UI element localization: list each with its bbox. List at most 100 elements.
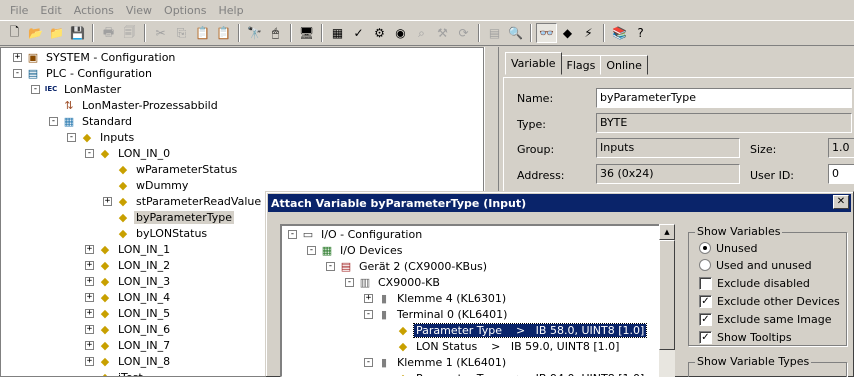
menu-options[interactable]: Options [158,4,212,17]
paste-icon[interactable]: 📋 [192,23,213,43]
tree-node[interactable]: - IEC LonMaster [31,81,123,97]
name-field[interactable]: byParameterType [596,88,852,108]
expand-icon[interactable]: + [103,196,112,206]
target-system-icon[interactable]: 🖥 [296,23,317,43]
open-icon[interactable]: 📂 [25,23,46,43]
menu-help[interactable]: Help [212,4,249,17]
io-tree-node[interactable]: - ▮ Terminal 0 (KL6401) [364,306,509,322]
zoom-icon[interactable]: ▤ [484,23,505,43]
collapse-icon[interactable]: - [326,261,335,271]
restart-icon[interactable]: ⚒ [432,23,453,43]
search-icon[interactable]: 🔍 [505,23,526,43]
tree-node[interactable]: + ◆ LON_IN_2 [85,257,172,273]
expand-icon[interactable]: + [85,340,94,350]
tree-node[interactable]: + ▣ SYSTEM - Configuration [13,49,177,65]
userid-field[interactable]: 0 [828,164,854,184]
tree-node[interactable]: - ▦ Standard [49,113,134,129]
checkbox-exclude-disabled[interactable]: Exclude disabled [699,275,810,291]
save-icon[interactable]: 💾 [67,23,88,43]
collapse-icon[interactable]: - [31,84,40,94]
scroll-thumb[interactable] [659,240,675,350]
new-icon[interactable]: 🗋 [4,23,25,43]
collapse-icon[interactable]: - [288,229,297,239]
io-tree-node[interactable]: - ▦ I/O Devices [307,242,404,258]
books-icon[interactable]: 📚 [609,23,630,43]
find-icon[interactable]: 🔭 [244,23,265,43]
print-preview-icon[interactable]: 🗐 [119,23,140,43]
expand-icon[interactable]: + [85,308,94,318]
help-icon[interactable]: ? [630,23,651,43]
tree-node[interactable]: + ◆ stParameterReadValue [103,193,263,209]
checkbox-exclude-other-devices[interactable]: ✓ Exclude other Devices [699,293,840,309]
collapse-icon[interactable]: - [13,68,22,78]
tree-node[interactable]: - ◆ Inputs [67,129,136,145]
collapse-icon[interactable]: - [345,277,354,287]
set-run-mode-icon[interactable]: ◉ [390,23,411,43]
tab-online[interactable]: Online [600,55,648,75]
collapse-icon[interactable]: - [307,245,316,255]
collapse-icon[interactable]: - [85,148,94,158]
menu-view[interactable]: View [120,4,158,17]
collapse-icon[interactable]: - [364,357,373,367]
scan-devices-icon[interactable]: ⌕ [411,23,432,43]
tree-node[interactable]: + ◆ LON_IN_7 [85,337,172,353]
io-tree-node[interactable]: - ▭ I/O - Configuration [288,226,424,242]
expand-icon[interactable]: + [85,324,94,334]
reload-icon[interactable]: ⟳ [453,23,474,43]
tree-node[interactable]: - ▤ PLC - Configuration [13,65,154,81]
show-online-icon[interactable]: 👓 [536,23,557,43]
generate-mappings-icon[interactable]: ▦ [327,23,348,43]
tree-node[interactable]: + ◆ LON_IN_5 [85,305,172,321]
io-tree-node[interactable]: - ▮ Klemme 1 (KL6401) [364,354,508,370]
expand-icon[interactable]: + [85,292,94,302]
collapse-icon[interactable]: - [49,116,58,126]
expand-icon[interactable]: + [364,293,373,303]
show-variables-icon[interactable]: ◆ [557,23,578,43]
tree-node[interactable]: ◆ byLONStatus [103,225,209,241]
collapse-icon[interactable]: - [364,309,373,319]
io-tree-node[interactable]: + ▮ Klemme 4 (KL6301) [364,290,508,306]
tree-node[interactable]: + ◆ LON_IN_3 [85,273,172,289]
checkbox-exclude-same-image[interactable]: ✓ Exclude same Image [699,311,832,327]
collapse-icon[interactable]: - [67,132,76,142]
tab-variable[interactable]: Variable [505,52,562,75]
cut-icon[interactable]: ✂ [150,23,171,43]
tab-flags[interactable]: Flags [560,55,602,75]
tree-node[interactable]: + ◆ LON_IN_1 [85,241,172,257]
io-tree-node[interactable]: - ▥ CX9000-KB [345,274,442,290]
io-tree-node[interactable]: - ▤ Gerät 2 (CX9000-KBus) [326,258,489,274]
vertical-scrollbar[interactable]: ▲ [659,224,675,377]
activate-config-icon[interactable]: ⚙ [369,23,390,43]
open-folder-icon[interactable]: 📁 [46,23,67,43]
copy-icon[interactable]: ⎘ [171,23,192,43]
print-icon[interactable]: 🖶 [98,23,119,43]
menu-edit[interactable]: Edit [34,4,67,17]
checkbox-show-tooltips[interactable]: ✓ Show Tooltips [699,329,792,345]
tree-node[interactable]: - ◆ LON_IN_0 [85,145,172,161]
expand-icon[interactable]: + [85,356,94,366]
expand-icon[interactable]: + [13,52,22,62]
expand-icon[interactable]: + [85,260,94,270]
radio-unused[interactable]: Unused [699,240,757,256]
dialog-title-bar[interactable]: Attach Variable byParameterType (Input) … [268,194,851,212]
force-icon[interactable]: ⚡ [578,23,599,43]
expand-icon[interactable]: + [85,276,94,286]
io-variable-tree[interactable]: - ▭ I/O - Configuration - ▦ I/O Devices - ▤ Gerä… [280,224,673,377]
paste-special-icon[interactable]: 📋 [213,23,234,43]
check-icon[interactable]: ✓ [348,23,369,43]
expand-icon[interactable]: + [85,244,94,254]
radio-used-and-unused[interactable]: Used and unused [699,257,812,273]
tree-node[interactable]: ⇅ LonMaster-Prozessabbild [49,97,220,113]
tree-node[interactable]: ◆ iTest [85,369,145,377]
tree-node[interactable]: ◆ wDummy [103,177,190,193]
tree-node[interactable]: ◆ wParameterStatus [103,161,239,177]
scroll-up-icon[interactable]: ▲ [659,224,675,240]
io-tree-node[interactable]: ◆ Parameter Type > IB 58.0, UINT8 [1.0] [383,322,648,338]
tree-node[interactable]: + ◆ LON_IN_6 [85,321,172,337]
tree-node[interactable]: + ◆ LON_IN_8 [85,353,172,369]
close-icon[interactable]: ✕ [833,195,849,209]
io-tree-node[interactable]: ◆Parameter Type > IB 94.0, UINT8 [1.0] [383,370,646,377]
menu-file[interactable]: File [4,4,34,17]
tree-node[interactable]: ◆ byParameterType [103,209,234,225]
menu-actions[interactable]: Actions [68,4,120,17]
